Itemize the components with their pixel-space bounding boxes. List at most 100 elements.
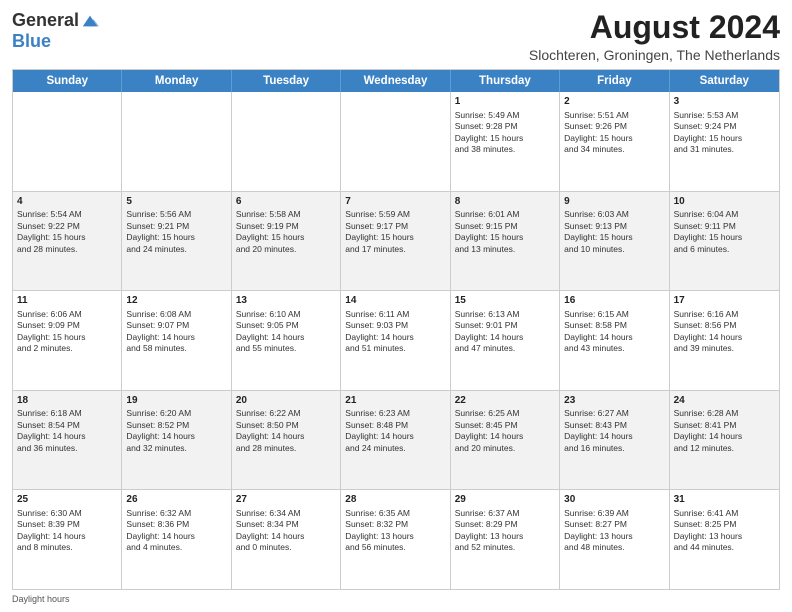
cell-content-line: Sunset: 8:32 PM [345,519,445,530]
cell-content-line: and 16 minutes. [564,443,664,454]
cell-content-line: Daylight: 15 hours [126,232,226,243]
calendar-row: 1Sunrise: 5:49 AMSunset: 9:28 PMDaylight… [13,92,779,191]
cell-content-line: Sunset: 8:29 PM [455,519,555,530]
cell-content-line: Sunrise: 6:16 AM [674,309,775,320]
cell-content-line: and 48 minutes. [564,542,664,553]
cell-content-line: Sunset: 9:28 PM [455,121,555,132]
cell-content-line: Sunrise: 6:41 AM [674,508,775,519]
cell-content-line: and 24 minutes. [345,443,445,454]
cell-content-line: and 20 minutes. [236,244,336,255]
cell-content-line: Daylight: 14 hours [236,332,336,343]
cell-content-line: and 24 minutes. [126,244,226,255]
cell-content-line: and 36 minutes. [17,443,117,454]
cell-content-line: Daylight: 15 hours [17,232,117,243]
calendar-cell: 13Sunrise: 6:10 AMSunset: 9:05 PMDayligh… [232,291,341,390]
cell-content-line: and 56 minutes. [345,542,445,553]
day-number: 27 [236,493,336,507]
cell-content-line: Daylight: 14 hours [126,332,226,343]
calendar-header-cell: Wednesday [341,70,450,92]
cell-content-line: Sunset: 9:22 PM [17,221,117,232]
cell-content-line: Daylight: 15 hours [236,232,336,243]
cell-content-line: Sunrise: 6:13 AM [455,309,555,320]
calendar-cell: 21Sunrise: 6:23 AMSunset: 8:48 PMDayligh… [341,391,450,490]
calendar-body: 1Sunrise: 5:49 AMSunset: 9:28 PMDaylight… [13,92,779,589]
calendar-cell: 11Sunrise: 6:06 AMSunset: 9:09 PMDayligh… [13,291,122,390]
calendar-cell: 19Sunrise: 6:20 AMSunset: 8:52 PMDayligh… [122,391,231,490]
cell-content-line: Sunset: 8:50 PM [236,420,336,431]
cell-content-line: and 6 minutes. [674,244,775,255]
cell-content-line: Sunrise: 6:23 AM [345,408,445,419]
day-number: 19 [126,394,226,408]
day-number: 21 [345,394,445,408]
cell-content-line: and 12 minutes. [674,443,775,454]
day-number: 2 [564,95,664,109]
cell-content-line: Sunrise: 6:37 AM [455,508,555,519]
logo: General Blue [12,10,99,52]
day-number: 7 [345,195,445,209]
calendar-cell: 5Sunrise: 5:56 AMSunset: 9:21 PMDaylight… [122,192,231,291]
cell-content-line: Daylight: 15 hours [564,232,664,243]
cell-content-line: Sunrise: 6:39 AM [564,508,664,519]
cell-content-line: Sunrise: 6:08 AM [126,309,226,320]
calendar-header: SundayMondayTuesdayWednesdayThursdayFrid… [13,70,779,92]
day-number: 18 [17,394,117,408]
calendar-cell: 15Sunrise: 6:13 AMSunset: 9:01 PMDayligh… [451,291,560,390]
logo-blue-text: Blue [12,31,51,52]
day-number: 20 [236,394,336,408]
cell-content-line: Sunrise: 6:35 AM [345,508,445,519]
cell-content-line: Daylight: 14 hours [236,531,336,542]
cell-content-line: Daylight: 13 hours [455,531,555,542]
daylight-hours-label: Daylight hours [12,594,70,604]
day-number: 5 [126,195,226,209]
cell-content-line: and 31 minutes. [674,144,775,155]
cell-content-line: Sunrise: 5:54 AM [17,209,117,220]
calendar-cell: 2Sunrise: 5:51 AMSunset: 9:26 PMDaylight… [560,92,669,191]
day-number: 6 [236,195,336,209]
cell-content-line: and 13 minutes. [455,244,555,255]
cell-content-line: Daylight: 13 hours [345,531,445,542]
cell-content-line: and 4 minutes. [126,542,226,553]
calendar-cell: 26Sunrise: 6:32 AMSunset: 8:36 PMDayligh… [122,490,231,589]
cell-content-line: Sunset: 8:56 PM [674,320,775,331]
calendar-cell: 4Sunrise: 5:54 AMSunset: 9:22 PMDaylight… [13,192,122,291]
cell-content-line: Sunrise: 5:53 AM [674,110,775,121]
calendar-header-cell: Tuesday [232,70,341,92]
cell-content-line: and 55 minutes. [236,343,336,354]
cell-content-line: Sunset: 9:24 PM [674,121,775,132]
day-number: 24 [674,394,775,408]
day-number: 30 [564,493,664,507]
logo-text: General [12,10,99,31]
footer: Daylight hours [12,594,780,604]
day-number: 4 [17,195,117,209]
cell-content-line: Daylight: 14 hours [17,431,117,442]
cell-content-line: Sunrise: 5:49 AM [455,110,555,121]
cell-content-line: Sunset: 9:17 PM [345,221,445,232]
cell-content-line: Sunset: 9:01 PM [455,320,555,331]
calendar-cell: 27Sunrise: 6:34 AMSunset: 8:34 PMDayligh… [232,490,341,589]
cell-content-line: Sunrise: 6:30 AM [17,508,117,519]
cell-content-line: Daylight: 13 hours [674,531,775,542]
cell-content-line: and 39 minutes. [674,343,775,354]
cell-content-line: Daylight: 14 hours [236,431,336,442]
calendar-cell: 24Sunrise: 6:28 AMSunset: 8:41 PMDayligh… [670,391,779,490]
cell-content-line: Sunrise: 6:11 AM [345,309,445,320]
cell-content-line: Sunset: 8:25 PM [674,519,775,530]
calendar-header-cell: Friday [560,70,669,92]
day-number: 12 [126,294,226,308]
day-number: 22 [455,394,555,408]
calendar-row: 11Sunrise: 6:06 AMSunset: 9:09 PMDayligh… [13,290,779,390]
cell-content-line: Sunset: 8:41 PM [674,420,775,431]
cell-content-line: Sunrise: 6:27 AM [564,408,664,419]
cell-content-line: Daylight: 15 hours [674,232,775,243]
main-title: August 2024 [529,10,780,45]
cell-content-line: Daylight: 14 hours [126,531,226,542]
calendar-cell: 28Sunrise: 6:35 AMSunset: 8:32 PMDayligh… [341,490,450,589]
calendar-cell: 1Sunrise: 5:49 AMSunset: 9:28 PMDaylight… [451,92,560,191]
cell-content-line: Sunrise: 6:32 AM [126,508,226,519]
cell-content-line: and 8 minutes. [17,542,117,553]
cell-content-line: Sunrise: 6:01 AM [455,209,555,220]
cell-content-line: Sunset: 9:11 PM [674,221,775,232]
calendar-cell: 17Sunrise: 6:16 AMSunset: 8:56 PMDayligh… [670,291,779,390]
cell-content-line: Daylight: 14 hours [345,332,445,343]
calendar-cell: 29Sunrise: 6:37 AMSunset: 8:29 PMDayligh… [451,490,560,589]
